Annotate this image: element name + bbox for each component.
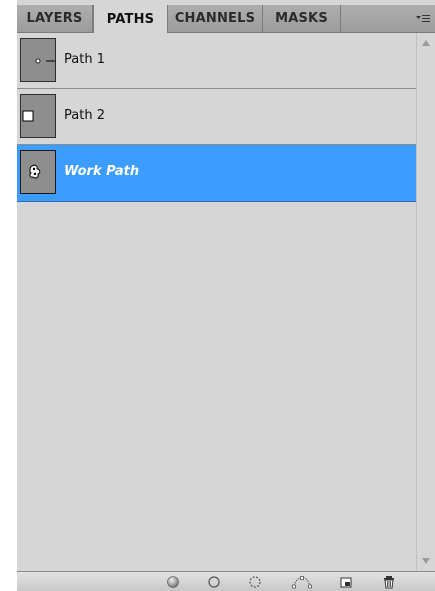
- panel-menu-button[interactable]: [411, 5, 435, 32]
- paths-list: Path 1 Path 2 Work Path: [17, 33, 416, 571]
- blob-path-icon: [29, 164, 41, 179]
- path-name: Path 2: [64, 108, 105, 123]
- stroke-path-button[interactable]: [205, 573, 223, 591]
- delete-path-icon: [384, 576, 394, 589]
- path-thumbnail: [20, 150, 56, 194]
- tab-channels[interactable]: CHANNELS: [168, 5, 263, 32]
- paths-scrollbar[interactable]: [416, 33, 435, 571]
- load-as-selection-button[interactable]: [246, 573, 264, 591]
- path-name: Path 1: [64, 52, 105, 67]
- new-path-button[interactable]: [337, 573, 355, 591]
- load-as-selection-icon: [249, 576, 261, 588]
- new-path-icon: [340, 577, 352, 588]
- delete-path-button[interactable]: [380, 573, 398, 591]
- path-row-work-path[interactable]: Work Path: [17, 145, 416, 202]
- panel-tab-bar: LAYERS PATHS CHANNELS MASKS: [17, 5, 435, 33]
- path-thumbnail: [20, 38, 56, 82]
- scroll-down-icon: [422, 558, 430, 564]
- open-path-dot-icon: [35, 58, 55, 64]
- scroll-up-button[interactable]: [417, 35, 435, 51]
- make-work-path-icon: [292, 576, 312, 589]
- fill-path-button[interactable]: [164, 573, 182, 591]
- path-row-path-1[interactable]: Path 1: [17, 33, 416, 89]
- tab-paths[interactable]: PATHS: [93, 5, 168, 33]
- stroke-path-icon: [208, 576, 220, 588]
- path-name: Work Path: [64, 164, 140, 179]
- make-work-path-button[interactable]: [290, 573, 314, 591]
- fill-path-icon: [167, 576, 179, 588]
- square-path-icon: [22, 110, 34, 122]
- tab-layers[interactable]: LAYERS: [17, 5, 93, 32]
- paths-panel: LAYERS PATHS CHANNELS MASKS Path 1 Path …: [17, 0, 435, 591]
- scroll-down-button[interactable]: [417, 553, 435, 569]
- tab-masks[interactable]: MASKS: [263, 5, 341, 32]
- panel-menu-icon: [416, 14, 430, 22]
- path-row-path-2[interactable]: Path 2: [17, 89, 416, 145]
- path-thumbnail: [20, 94, 56, 138]
- scroll-up-icon: [422, 40, 430, 46]
- paths-footer-toolbar: [17, 571, 435, 591]
